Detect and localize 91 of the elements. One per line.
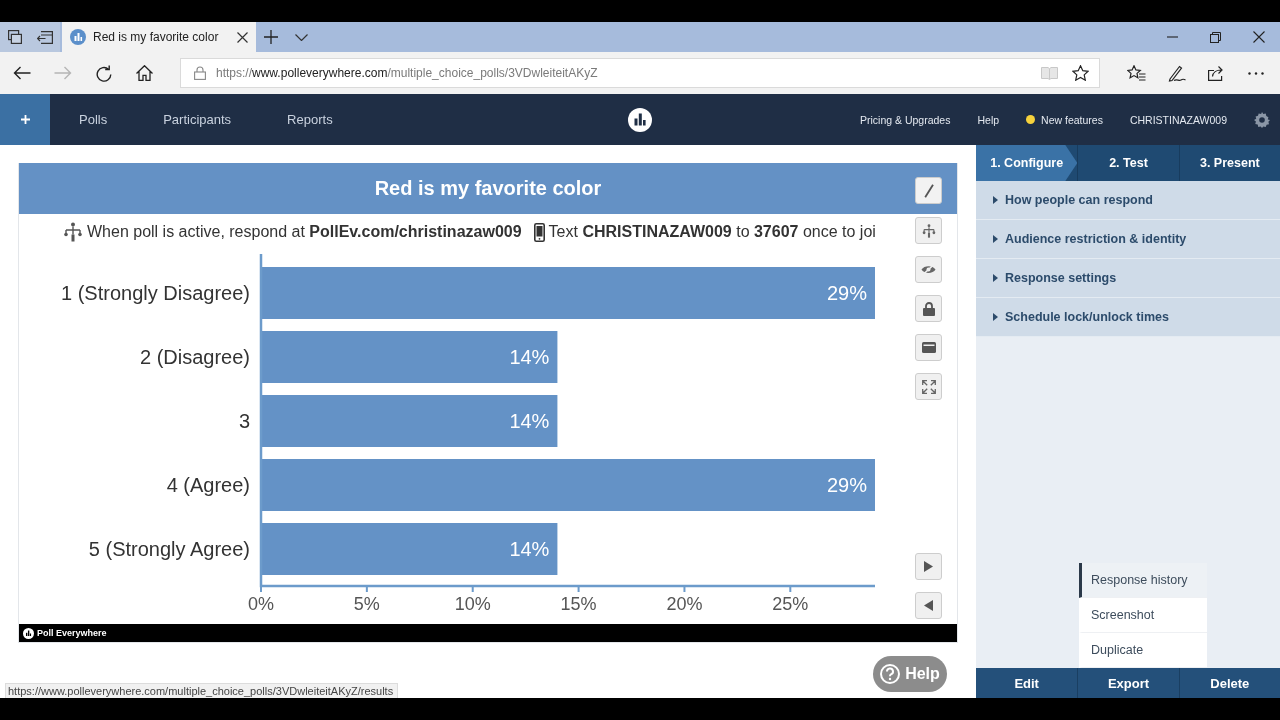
settings-section-toggle[interactable]: Audience restriction & identity (976, 220, 1280, 259)
action-button[interactable]: Edit (976, 668, 1078, 698)
left-triangle-icon (924, 600, 933, 611)
pencil-icon (923, 183, 934, 198)
chart-category-label: 1 (Strongly Disagree) (61, 282, 250, 304)
plus-icon (264, 30, 278, 44)
right-triangle-icon (993, 196, 998, 204)
nav-link[interactable]: Polls (50, 112, 136, 127)
home-icon (136, 65, 153, 81)
chevron-down-icon (294, 33, 308, 41)
status-dot-icon (1026, 115, 1036, 124)
fullscreen-button[interactable] (915, 373, 942, 400)
expand-icon (921, 379, 936, 394)
settings-section-toggle[interactable]: How people can respond (976, 181, 1280, 220)
chart-tick-label: 0% (248, 594, 274, 614)
web-response-instruction: When poll is active, respond at PollEv.com/christinazaw009 (87, 223, 522, 241)
left-arrow-icon (12, 66, 31, 80)
set-tabs-aside-button[interactable] (30, 22, 60, 52)
close-icon (1252, 31, 1265, 43)
hierarchy-icon (921, 223, 936, 238)
minimize-icon (1167, 36, 1178, 38)
eye-slash-icon (921, 264, 936, 275)
settings-button[interactable] (1254, 111, 1270, 128)
close-icon (237, 31, 248, 43)
notes-button[interactable] (1168, 64, 1186, 82)
chart-tick-label: 15% (560, 594, 597, 614)
right-arrow-icon (53, 66, 72, 80)
chart-tick-label: 20% (666, 594, 703, 614)
user-menu-link[interactable]: CHRISTINAZAW009 (1129, 113, 1227, 126)
nav-link[interactable]: Participants (135, 112, 260, 127)
chart-category-label: 4 (Agree) (166, 474, 250, 496)
participants-button[interactable] (915, 217, 942, 244)
nav-link[interactable]: Pricing & Upgrades (860, 113, 951, 126)
status-bar-url: https://www.polleverywhere.com/multiple_choice_polls/3VDwleiteitAKyZ/results (5, 683, 399, 698)
pen-icon (1168, 64, 1186, 82)
nav-link[interactable]: Help (977, 113, 1000, 126)
right-triangle-icon (993, 235, 998, 243)
chart-value-label: 14% (509, 410, 550, 432)
help-icon (880, 664, 901, 684)
favorite-button[interactable] (1072, 65, 1089, 81)
previous-button[interactable] (915, 592, 942, 619)
new-features-link[interactable]: New features (1026, 113, 1103, 126)
settings-section-toggle[interactable]: Schedule lock/unlock times (976, 298, 1280, 337)
chart-tick-label: 5% (353, 594, 380, 614)
hierarchy-icon (63, 222, 83, 242)
settings-section-toggle[interactable]: Response settings (976, 259, 1280, 298)
lock-icon (922, 301, 935, 316)
phone-icon (533, 222, 545, 242)
hide-responses-button[interactable] (915, 256, 942, 283)
chart-category-label: 5 (Strongly Agree) (88, 538, 250, 560)
clear-responses-button[interactable] (915, 334, 942, 361)
right-triangle-icon (993, 274, 998, 282)
plus-icon (20, 115, 30, 124)
arrow-window-icon (37, 30, 53, 44)
right-triangle-icon (924, 561, 933, 572)
settings-icon (1254, 111, 1270, 128)
bar-chart-logo-icon (70, 29, 86, 45)
tabs-aside-button[interactable] (0, 22, 30, 52)
chart-tick-label: 10% (454, 594, 491, 614)
chart-value-label: 29% (826, 282, 867, 304)
lock-button[interactable] (915, 295, 942, 322)
chart-value-label: 14% (509, 346, 550, 368)
refresh-icon (95, 64, 112, 82)
chart-value-label: 14% (509, 538, 550, 560)
windows-stack-icon (8, 30, 22, 44)
nav-link[interactable]: Reports (259, 112, 361, 127)
right-triangle-icon (993, 313, 998, 321)
chart-value-label: 29% (826, 474, 867, 496)
chart-tick-label: 25% (772, 594, 809, 614)
edit-title-button[interactable] (915, 177, 942, 204)
text-response-instruction: Text CHRISTINAZAW009 to 37607 once to joi (548, 223, 876, 241)
bar-chart-logo-icon (23, 627, 34, 639)
book-icon (1041, 66, 1058, 80)
footer-brand: Poll Everywhere (37, 628, 107, 638)
browser-tab[interactable]: Red is my favorite color (62, 22, 256, 52)
more-icon (1248, 71, 1264, 75)
menu-item[interactable]: Response history (1079, 563, 1207, 598)
restore-icon (1210, 31, 1221, 43)
step-tab[interactable]: 1. Configure (976, 145, 1078, 181)
bar-chart-logo-icon (628, 107, 652, 132)
chart-category-label: 3 (238, 410, 250, 432)
next-button[interactable] (915, 553, 942, 580)
star-icon (1072, 65, 1089, 81)
favorites-button[interactable] (1127, 65, 1146, 81)
chart-category-label: 2 (Disagree) (139, 346, 250, 368)
lock-icon (194, 66, 206, 80)
address-field[interactable]: https://www.polleverywhere.com/multiple_choice_polls/3VDwleiteitAKyZ (180, 58, 1100, 88)
star-list-icon (1127, 65, 1146, 81)
poll-title: Red is my favorite color (374, 177, 602, 200)
more-button[interactable] (1248, 71, 1264, 75)
tray-icon (921, 342, 936, 353)
